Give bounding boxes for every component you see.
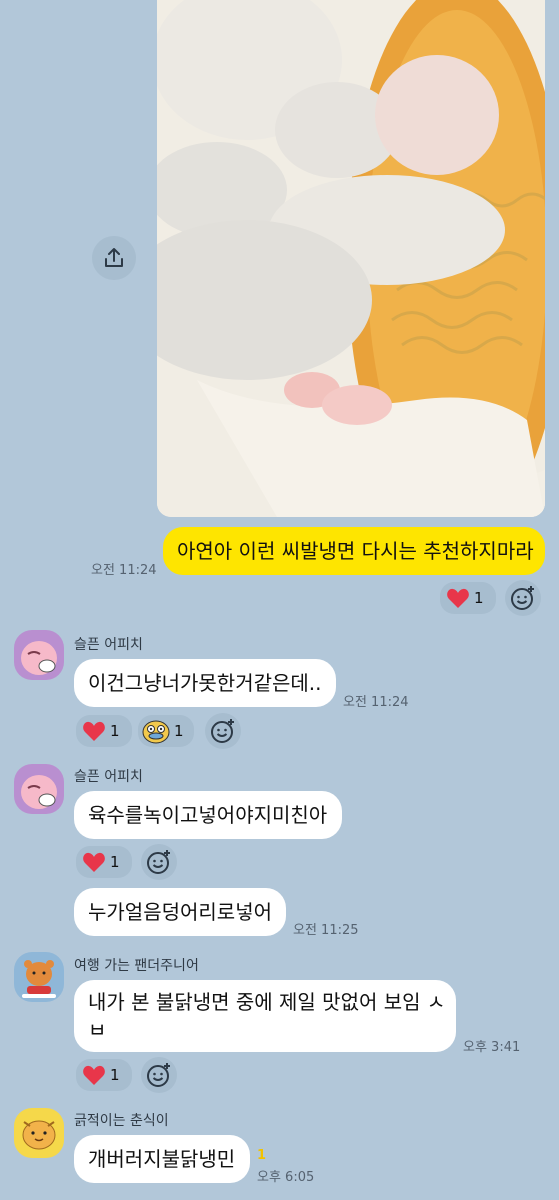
add-reaction-button[interactable] bbox=[505, 580, 541, 616]
heart-icon bbox=[83, 852, 105, 872]
reaction-count: 1 bbox=[474, 589, 484, 607]
reaction-count: 1 bbox=[110, 853, 120, 871]
add-emoji-icon bbox=[147, 850, 170, 874]
panda-junior-avatar-icon bbox=[14, 952, 64, 1002]
add-emoji-icon bbox=[147, 1063, 170, 1087]
unread-count: 1 bbox=[257, 1148, 267, 1163]
reaction-count: 1 bbox=[110, 1066, 120, 1084]
message-bubble[interactable]: 누가얼음덩어리로넣어 bbox=[74, 888, 286, 936]
food-photo[interactable] bbox=[157, 0, 545, 517]
reaction-heart[interactable]: 1 bbox=[76, 715, 132, 747]
heart-icon bbox=[447, 588, 469, 608]
reaction-duck[interactable]: 1 bbox=[138, 715, 194, 747]
reaction-heart[interactable]: 1 bbox=[76, 1059, 132, 1091]
my-message-bubble[interactable]: 아연아 이런 씨발냉면 다시는 추천하지마라 bbox=[163, 527, 545, 575]
sender-name: 슬픈 어피치 bbox=[74, 637, 143, 653]
message-time: 오후 6:05 bbox=[257, 1170, 315, 1185]
add-reaction-button[interactable] bbox=[141, 1057, 177, 1093]
avatar-panda-junior[interactable] bbox=[14, 952, 64, 1002]
sender-name: 여행 가는 팬더주니어 bbox=[74, 958, 199, 974]
choonsik-avatar-icon bbox=[14, 1108, 64, 1158]
avatar-sad-apeach[interactable] bbox=[14, 630, 64, 680]
message-bubble[interactable]: 내가 본 불닭냉면 중에 제일 맛없어 보임 ㅅ ㅂ bbox=[74, 980, 456, 1052]
apeach-avatar-icon bbox=[14, 764, 64, 814]
sender-name: 긁적이는 춘식이 bbox=[74, 1113, 169, 1129]
upload-share-icon bbox=[105, 248, 123, 267]
heart-icon bbox=[83, 1065, 105, 1085]
message-text-line: 내가 본 불닭냉면 중에 제일 맛없어 보임 ㅅ bbox=[88, 990, 446, 1014]
message-time: 오전 11:24 bbox=[91, 563, 157, 578]
reaction-count: 1 bbox=[110, 722, 120, 740]
reaction-heart[interactable]: 1 bbox=[440, 582, 496, 614]
reaction-count: 1 bbox=[174, 722, 184, 740]
reaction-heart[interactable]: 1 bbox=[76, 846, 132, 878]
add-reaction-button[interactable] bbox=[141, 844, 177, 880]
add-reaction-button[interactable] bbox=[205, 713, 241, 749]
add-emoji-icon bbox=[211, 719, 234, 743]
message-text-line: ㅂ bbox=[88, 1018, 107, 1042]
sender-name: 슬픈 어피치 bbox=[74, 769, 143, 785]
surprised-duck-emoji-icon bbox=[142, 720, 170, 744]
message-bubble[interactable]: 육수를녹이고넣어야지미친아 bbox=[74, 791, 342, 839]
heart-icon bbox=[83, 721, 105, 741]
cold-noodle-photo-image bbox=[157, 0, 545, 517]
message-time: 오전 11:24 bbox=[343, 695, 409, 710]
message-bubble[interactable]: 이건그냥너가못한거같은데.. bbox=[74, 659, 336, 707]
share-button[interactable] bbox=[92, 236, 136, 280]
avatar-sad-apeach[interactable] bbox=[14, 764, 64, 814]
add-emoji-icon bbox=[511, 586, 534, 610]
apeach-avatar-icon bbox=[14, 630, 64, 680]
avatar-choonsik[interactable] bbox=[14, 1108, 64, 1158]
message-time: 오전 11:25 bbox=[293, 923, 359, 938]
message-time: 오후 3:41 bbox=[463, 1040, 521, 1055]
message-bubble[interactable]: 개버러지불닭냉민 bbox=[74, 1135, 250, 1183]
